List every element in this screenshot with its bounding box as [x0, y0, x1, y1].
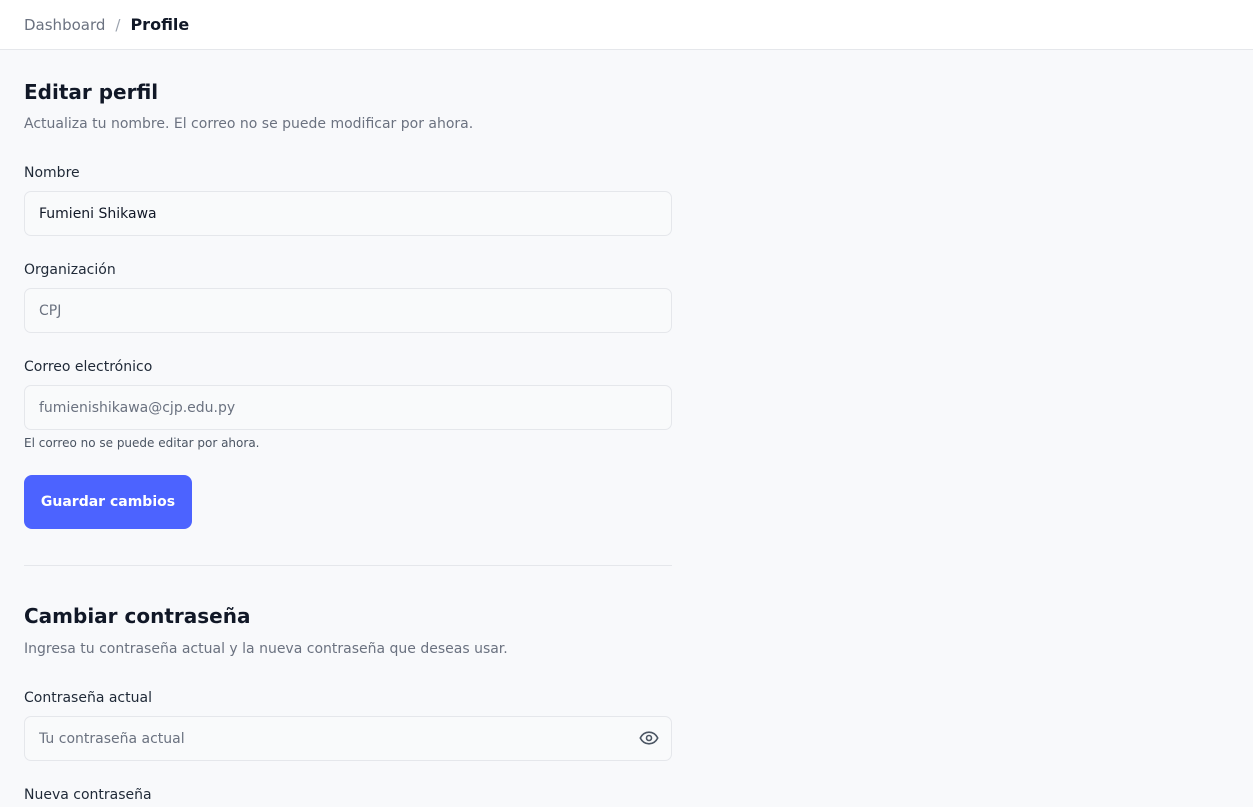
save-changes-button[interactable]: Guardar cambios: [24, 475, 192, 529]
change-password-title: Cambiar contraseña: [24, 604, 251, 628]
breadcrumb-dashboard[interactable]: Dashboard: [24, 16, 105, 34]
eye-icon[interactable]: [638, 728, 660, 748]
name-label: Nombre: [24, 165, 80, 181]
current-password-label: Contraseña actual: [24, 690, 152, 706]
breadcrumb: Dashboard / Profile: [24, 15, 189, 34]
change-password-description: Ingresa tu contraseña actual y la nueva …: [24, 641, 508, 657]
new-password-label: Nueva contraseña: [24, 787, 152, 803]
edit-profile-title: Editar perfil: [24, 80, 159, 104]
section-divider: [24, 565, 672, 566]
current-password-wrapper: [24, 716, 672, 761]
organization-input[interactable]: [24, 288, 672, 333]
top-bar: Dashboard / Profile: [0, 0, 1253, 50]
email-help-text: El correo no se puede editar por ahora.: [24, 436, 260, 450]
breadcrumb-current: Profile: [130, 15, 190, 34]
email-input[interactable]: [24, 385, 672, 430]
edit-profile-description: Actualiza tu nombre. El correo no se pue…: [24, 116, 474, 132]
breadcrumb-separator: /: [115, 15, 121, 34]
organization-label: Organización: [24, 262, 116, 278]
name-input[interactable]: [24, 191, 672, 236]
current-password-input[interactable]: [24, 716, 672, 761]
email-label: Correo electrónico: [24, 359, 153, 375]
